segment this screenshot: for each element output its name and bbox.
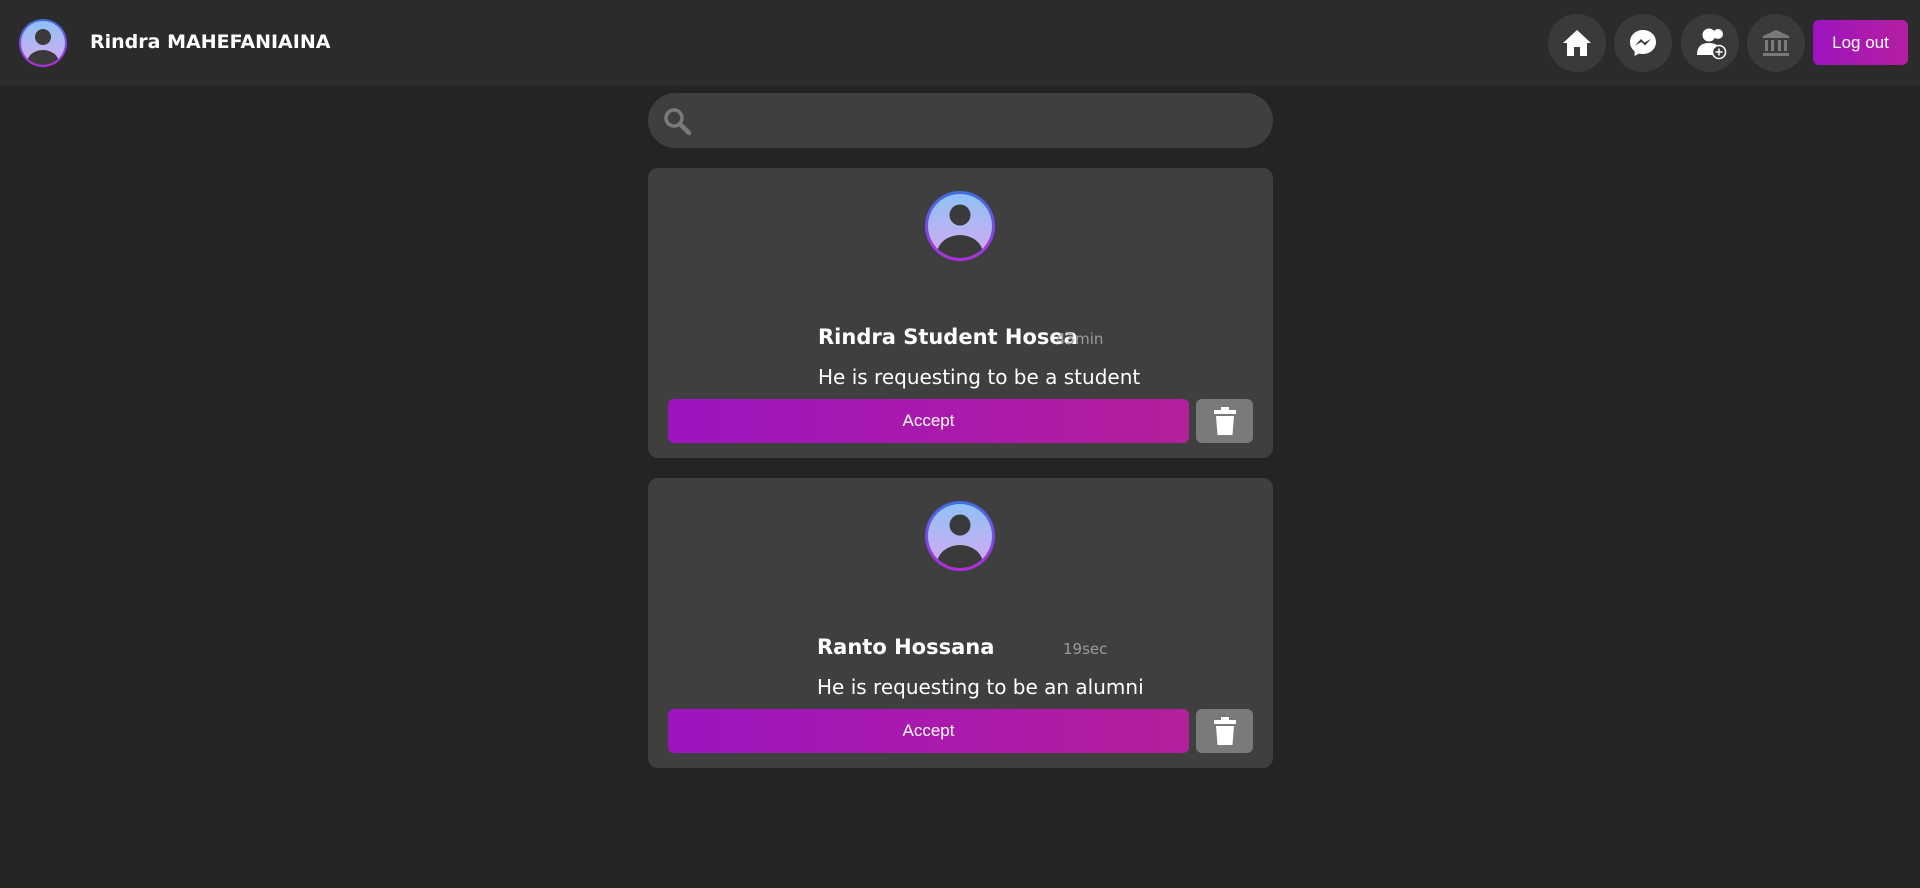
requester-avatar[interactable] xyxy=(924,190,996,262)
home-icon xyxy=(1563,30,1591,56)
search-input[interactable] xyxy=(704,101,1254,141)
friend-request-icon xyxy=(1697,28,1727,60)
friend-requests-button[interactable] xyxy=(1681,14,1739,72)
logout-button[interactable]: Log out xyxy=(1813,20,1908,65)
user-name: Rindra MAHEFANIAINA xyxy=(90,31,331,53)
request-time: 43min xyxy=(1056,330,1104,348)
delete-button[interactable] xyxy=(1196,709,1253,753)
messenger-icon xyxy=(1630,30,1656,56)
trash-icon xyxy=(1213,407,1236,435)
request-card: Rindra Student Hosea 43min He is request… xyxy=(648,168,1273,458)
search-bar xyxy=(648,93,1273,148)
accept-button[interactable]: Accept xyxy=(668,399,1189,443)
request-time: 19sec xyxy=(1063,640,1108,658)
institution-button[interactable] xyxy=(1747,14,1805,72)
requester-name: Ranto Hossana xyxy=(817,635,995,659)
top-bar: Rindra MAHEFANIAINA Log out xyxy=(0,0,1920,86)
institution-icon xyxy=(1763,30,1789,56)
request-message: He is requesting to be an alumni xyxy=(817,675,1144,699)
user-avatar[interactable] xyxy=(18,18,68,68)
requester-name: Rindra Student Hosea xyxy=(818,325,1078,349)
request-message: He is requesting to be a student xyxy=(818,365,1141,389)
messenger-button[interactable] xyxy=(1614,14,1672,72)
requester-avatar[interactable] xyxy=(924,500,996,572)
home-button[interactable] xyxy=(1548,14,1606,72)
trash-icon xyxy=(1213,717,1236,745)
request-card: Ranto Hossana 19sec He is requesting to … xyxy=(648,478,1273,768)
delete-button[interactable] xyxy=(1196,399,1253,443)
accept-button[interactable]: Accept xyxy=(668,709,1189,753)
search-icon xyxy=(664,108,692,136)
